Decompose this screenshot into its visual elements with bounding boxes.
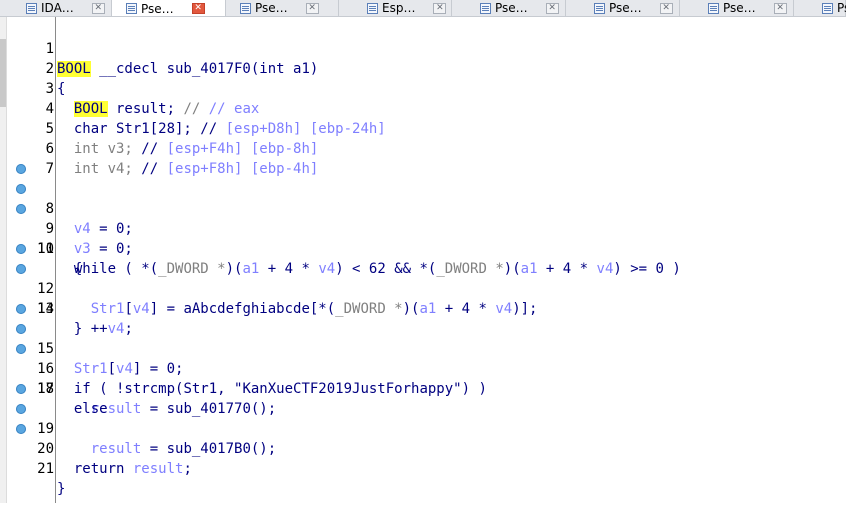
code-line[interactable]: 11 { (0, 219, 846, 277)
close-brace: } (57, 481, 66, 497)
close-icon[interactable]: ✕ (773, 2, 787, 14)
code-line[interactable]: 4 char Str1[28]; // [esp+D8h] [ebp-24h] (0, 79, 846, 137)
code-line[interactable]: 9 v3 = 0; (0, 179, 846, 257)
code-line[interactable]: 20 return result; (0, 399, 846, 477)
line-text: result = sub_4017B0(); (57, 439, 276, 459)
variable-result[interactable]: result (133, 461, 184, 477)
code-line[interactable]: 15 Str1[v4)] = 0; (0, 299, 846, 377)
breakpoint-dot-icon[interactable] (16, 344, 26, 354)
breakpoint-dot-icon[interactable] (16, 424, 26, 434)
tab-bar: IDA… ✕ Pse… ✕ Pse… ✕ Esp… ✕ Pse… ✕ Pse… … (0, 0, 846, 17)
tab-pseudocode[interactable]: Pse… ✕ (566, 0, 680, 16)
breakpoint-dot-icon[interactable] (16, 404, 26, 414)
close-icon[interactable]: ✕ (433, 2, 447, 14)
code-line[interactable]: 13 ++v4; (0, 259, 846, 337)
tab-label: IDA… (41, 1, 74, 15)
breakpoint-dot-icon[interactable] (16, 384, 26, 394)
pseudocode-view[interactable]: 1 BOOL __cdecl sub_4017F0(int a1) 2 { 3 … (0, 19, 846, 497)
breakpoint-dot-icon[interactable] (16, 184, 26, 194)
line-text: } (57, 479, 65, 499)
code-line[interactable]: 10 while ( *(_DWORD *)(a1 + 4 * v4) < 62… (0, 199, 846, 277)
function-call[interactable]: = sub_4017B0(); (141, 441, 276, 457)
code-line[interactable]: 12 Str1[v4] = aAbcdefghiabcde[*(_DWORD *… (0, 239, 846, 317)
close-icon[interactable]: ✕ (91, 2, 105, 14)
line-number: 21 (37, 461, 54, 477)
tab-pseudocode[interactable]: Pse… (794, 0, 846, 16)
code-line[interactable]: 18 else (0, 359, 846, 417)
code-line[interactable]: 7 (0, 139, 846, 177)
code-line[interactable]: 19 result = sub_4017B0(); (0, 379, 846, 457)
breakpoint-dot-icon[interactable] (16, 304, 26, 314)
tab-label: Pse… (141, 1, 174, 16)
tab-label: Esp… (382, 1, 416, 15)
code-line[interactable]: 6 int v4; // [esp+F8h] [ebp-4h] (0, 119, 846, 177)
code-line[interactable]: 2 { (0, 39, 846, 97)
code-line[interactable]: 17 result = sub_401770(); (0, 339, 846, 417)
code-line[interactable]: 5 int v3; // [esp+F4h] [ebp-8h] (0, 99, 846, 157)
tab-pseudocode[interactable]: Pse… ✕ (452, 0, 566, 16)
tab-label: Pse… (837, 1, 846, 15)
tab-pseudocode[interactable]: Esp… ✕ (339, 0, 452, 16)
breakpoint-dot-icon[interactable] (16, 264, 26, 274)
pseudocode-icon (240, 2, 251, 14)
code-line[interactable]: 21 } (0, 419, 846, 497)
code-line[interactable]: 16 if ( !strcmp(Str1, "KanXueCTF2019Just… (0, 319, 846, 397)
breakpoint-dot-icon[interactable] (16, 244, 26, 254)
breakpoint-dot-icon[interactable] (16, 324, 26, 334)
code-line[interactable]: 1 BOOL __cdecl sub_4017F0(int a1) (0, 19, 846, 77)
close-icon[interactable]: ✕ (659, 2, 673, 14)
line-text: return result; (57, 459, 192, 479)
pseudocode-icon (822, 2, 833, 14)
ida-view-icon (26, 2, 37, 14)
code-line[interactable]: 3 BOOL result; // // eax (0, 59, 846, 117)
pseudocode-icon (367, 2, 378, 14)
pseudocode-icon (708, 2, 719, 14)
close-icon[interactable]: ✕ (305, 2, 319, 14)
tab-ida-view[interactable]: IDA… ✕ (0, 0, 112, 16)
close-icon[interactable]: ✕ (545, 2, 559, 14)
tab-pseudocode[interactable]: Pse… ✕ (680, 0, 794, 16)
return-keyword: return (73, 461, 133, 477)
tab-label: Pse… (495, 1, 528, 15)
pseudocode-icon (126, 3, 137, 14)
pseudocode-icon (594, 2, 605, 14)
breakpoint-dot-icon[interactable] (16, 164, 26, 174)
code-line[interactable]: 8 v4 = 0; (0, 159, 846, 237)
tab-esp[interactable]: Pse… ✕ (226, 0, 339, 16)
code-line[interactable]: 14 } (0, 279, 846, 337)
tab-label: Pse… (609, 1, 642, 15)
tab-label: Pse… (723, 1, 756, 15)
close-icon[interactable]: ✕ (191, 3, 205, 14)
tab-pseudocode-active[interactable]: Pse… ✕ (112, 0, 226, 16)
breakpoint-dot-icon[interactable] (16, 204, 26, 214)
punct: ; (183, 461, 192, 477)
tab-label: Pse… (255, 1, 288, 15)
variable-result[interactable]: result (91, 441, 142, 457)
pseudocode-icon (480, 2, 491, 14)
